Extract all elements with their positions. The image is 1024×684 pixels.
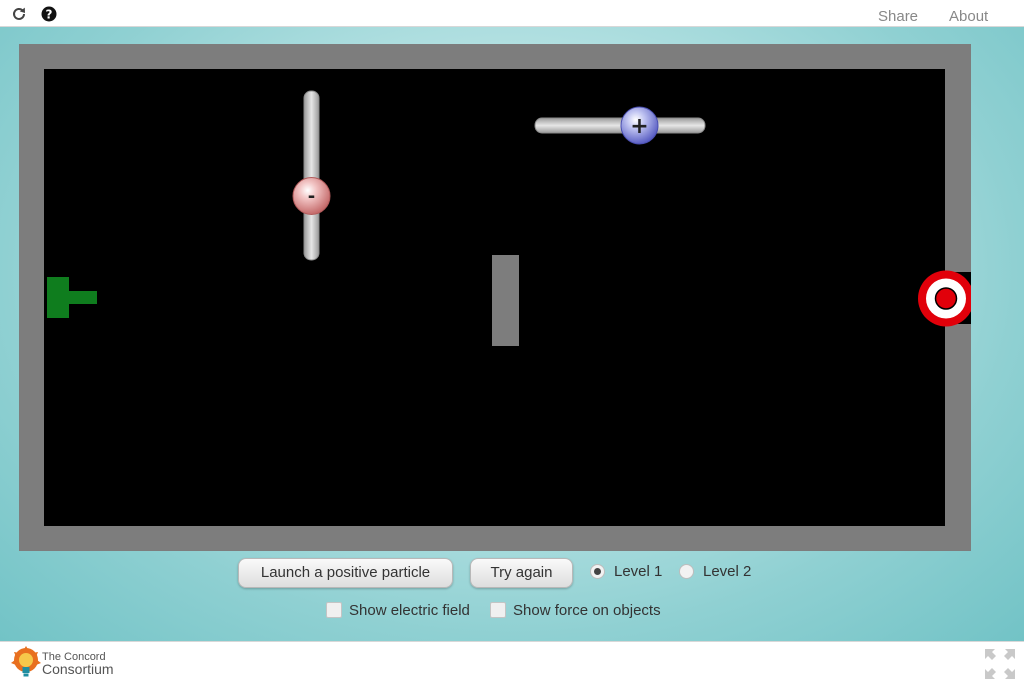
obstacle-wall (492, 255, 519, 346)
level-2-radio[interactable] (679, 564, 694, 579)
negative-charge-symbol: - (308, 186, 315, 207)
concord-logo-icon[interactable] (10, 646, 42, 680)
share-link[interactable]: Share (878, 8, 918, 25)
top-bar: ? Share About (0, 0, 1024, 27)
negative-charge-slider[interactable]: - (292, 90, 331, 261)
particle-launcher[interactable] (47, 277, 97, 318)
launcher-barrel (69, 291, 97, 304)
reload-icon[interactable] (11, 6, 27, 22)
target-bullseye (934, 287, 958, 310)
show-electric-field-label: Show electric field (349, 602, 470, 619)
main-panel: - + Launch a positive particle Try again… (0, 27, 1024, 641)
footer-bar: The Concord Consortium (0, 641, 1024, 684)
svg-text:?: ? (46, 7, 53, 21)
level-1-radio[interactable] (590, 564, 605, 579)
about-link[interactable]: About (949, 8, 988, 25)
target (918, 270, 971, 327)
horizontal-slider-track (534, 117, 706, 134)
launcher-body (47, 277, 69, 318)
fullscreen-icon[interactable] (984, 648, 1016, 680)
level-1-label: Level 1 (614, 563, 663, 580)
show-force-label: Show force on objects (513, 602, 661, 619)
level-2-label: Level 2 (703, 563, 752, 580)
logo-text-line2: Consortium (42, 661, 114, 677)
try-again-button[interactable]: Try again (470, 558, 573, 588)
level-1-option[interactable]: Level 1 (590, 563, 670, 585)
display-options-row: Show electric field Show force on object… (0, 600, 1024, 624)
launch-particle-button[interactable]: Launch a positive particle (238, 558, 453, 588)
positive-charge-slider[interactable]: + (534, 106, 706, 145)
simulation-canvas: - + (47, 44, 971, 551)
positive-charge-symbol: + (630, 114, 648, 139)
vertical-slider-track (303, 90, 320, 261)
controls-row: Launch a positive particle Try again Lev… (0, 558, 1024, 590)
simulation-frame: - + (19, 44, 971, 551)
show-force-option[interactable]: Show force on objects (490, 602, 670, 622)
show-force-checkbox[interactable] (490, 602, 506, 618)
show-electric-field-option[interactable]: Show electric field (326, 602, 481, 622)
help-icon[interactable]: ? (41, 6, 57, 22)
level-2-option[interactable]: Level 2 (679, 563, 759, 585)
show-electric-field-checkbox[interactable] (326, 602, 342, 618)
